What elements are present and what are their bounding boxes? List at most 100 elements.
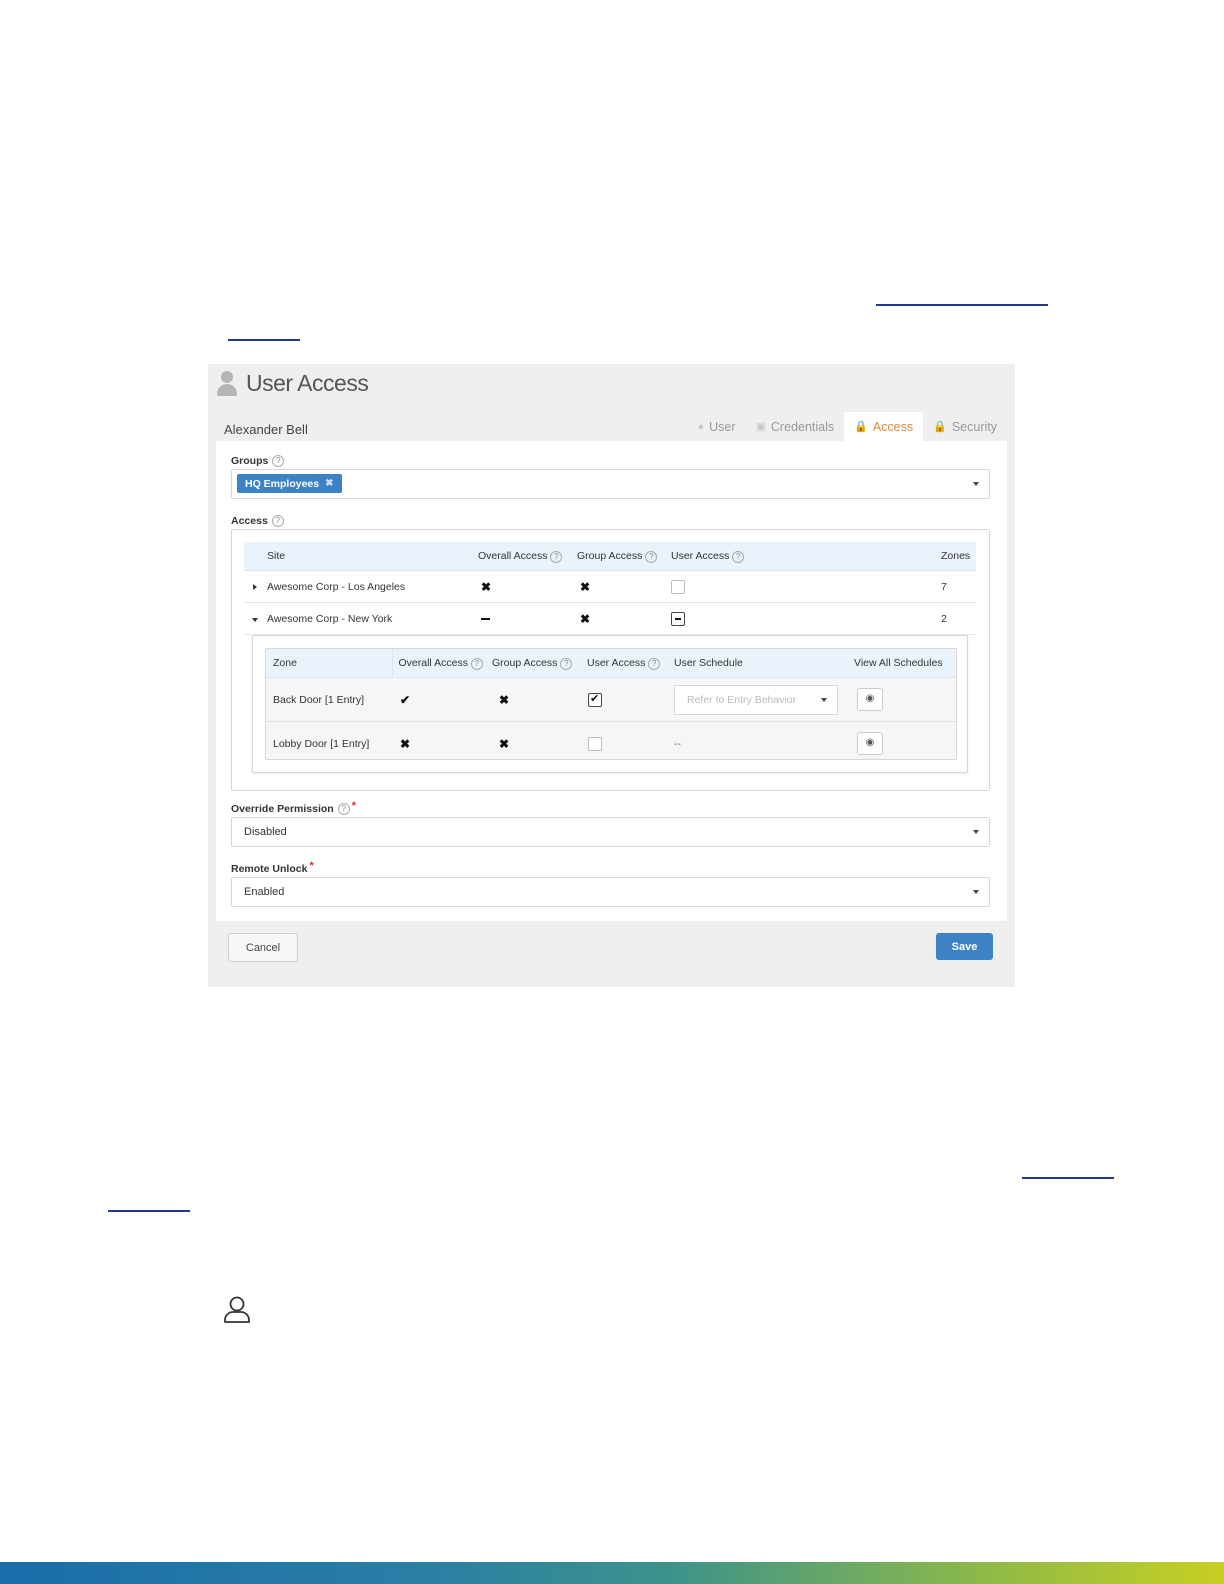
denied-icon: ✖ — [580, 611, 591, 626]
user-access-checkbox[interactable] — [671, 579, 685, 594]
link-underline[interactable] — [1022, 1177, 1114, 1179]
help-icon[interactable]: ? — [550, 550, 563, 563]
help-icon[interactable]: ? — [337, 803, 350, 815]
column-header-text: User Access — [671, 549, 730, 562]
user-schedule-select[interactable]: Refer to Entry Behavior — [674, 684, 838, 715]
chevron-down-icon[interactable] — [973, 482, 979, 486]
zone-table-wrapper: Zone Overall Access ? Group Access ? Use… — [265, 648, 957, 760]
site-name: Awesome Corp - Los Angeles — [266, 570, 477, 603]
tab-access[interactable]: 🔒 Access — [844, 412, 924, 441]
required-marker: * — [351, 800, 356, 812]
schedule-text: -- — [674, 737, 681, 750]
help-icon[interactable]: ? — [648, 657, 661, 670]
zone-count: 7 — [940, 570, 976, 603]
save-button[interactable]: Save — [936, 933, 993, 960]
column-header: Zone — [266, 649, 392, 678]
groups-label-text: Groups — [231, 455, 269, 467]
zone-name: Lobby Door [1 Entry] — [273, 737, 370, 750]
column-header-text: User Access — [587, 656, 646, 669]
help-icon[interactable]: ? — [470, 657, 483, 670]
denied-icon: ✖ — [481, 579, 492, 594]
remote-unlock-label: Remote Unlock * — [231, 860, 314, 875]
credentials-icon: ▣ — [755, 421, 766, 433]
column-header-text: Group Access — [492, 656, 558, 669]
access-form: Groups ? HQ Employees ✖ Access ? Site Ov… — [216, 441, 1007, 921]
remote-unlock-value: Enabled — [244, 886, 285, 898]
chevron-down-icon — [973, 830, 979, 834]
zone-table: Zone Overall Access ? Group Access ? Use… — [266, 649, 956, 765]
chevron-down-icon — [821, 697, 827, 702]
remove-tag-icon[interactable]: ✖ — [325, 478, 333, 489]
cancel-button[interactable]: Cancel — [228, 933, 298, 962]
group-tag: HQ Employees ✖ — [237, 474, 342, 493]
groups-label: Groups ? — [231, 455, 285, 467]
column-header: Group Access ? — [576, 542, 670, 571]
zone-panel: Zone Overall Access ? Group Access ? Use… — [252, 635, 968, 773]
site-table: Site Overall Access ? Group Access ? Use… — [244, 542, 976, 635]
form-footer: Cancel Save — [216, 921, 1007, 979]
column-header: Site — [266, 542, 477, 571]
link-underline[interactable] — [228, 339, 300, 341]
column-header: Zones — [940, 542, 976, 571]
column-header: View All Schedules — [853, 649, 956, 678]
zone-name: Back Door [1 Entry] — [266, 677, 392, 722]
denied-icon: ✖ — [580, 579, 591, 594]
lock-icon: 🔒 — [854, 421, 868, 433]
table-row[interactable]: Awesome Corp - New York ✖ 2 — [244, 602, 976, 635]
user-name: Alexander Bell — [224, 422, 308, 437]
access-box: Site Overall Access ? Group Access ? Use… — [231, 529, 990, 791]
expand-icon[interactable] — [253, 583, 257, 590]
user-access-checkbox[interactable] — [588, 736, 602, 751]
user-icon — [216, 370, 238, 397]
column-header: User Access ? — [670, 542, 940, 571]
column-header-text: Overall Access — [398, 656, 468, 669]
view-schedules-button[interactable]: ◉ — [857, 732, 883, 755]
zone-table-header: Zone Overall Access ? Group Access ? Use… — [266, 649, 956, 678]
tab-security[interactable]: 🔒 Security — [923, 412, 1007, 441]
table-row[interactable]: Awesome Corp - Los Angeles ✖ ✖ 7 — [244, 570, 976, 603]
access-label: Access ? — [231, 515, 284, 527]
schedule-placeholder: Refer to Entry Behavior — [687, 693, 797, 706]
groups-select[interactable]: HQ Employees ✖ — [231, 469, 990, 499]
link-underline[interactable] — [108, 1210, 190, 1212]
column-header-text: Overall Access — [478, 549, 548, 562]
tab-label: Credentials — [770, 419, 835, 434]
help-icon[interactable]: ? — [271, 515, 284, 527]
required-marker: * — [309, 860, 314, 872]
tab-bar: ● User ▣ Credentials 🔒 Access 🔒 Security — [687, 412, 1007, 441]
site-name: Awesome Corp - New York — [266, 602, 477, 635]
help-icon[interactable]: ? — [732, 550, 745, 563]
override-permission-label: Override Permission ? * — [231, 800, 356, 815]
override-permission-select[interactable]: Disabled — [231, 817, 990, 847]
override-permission-value: Disabled — [244, 826, 287, 838]
remote-unlock-label-text: Remote Unlock — [231, 863, 308, 875]
help-icon[interactable]: ? — [645, 550, 658, 563]
check-icon: ✔ — [400, 692, 411, 707]
user-icon: ● — [697, 420, 705, 433]
eye-icon: ◉ — [865, 693, 875, 704]
view-schedules-button[interactable]: ◉ — [857, 688, 883, 711]
page-title: User Access — [246, 370, 369, 396]
help-icon[interactable]: ? — [272, 455, 285, 467]
column-header: Group Access ? — [491, 649, 586, 678]
access-label-text: Access — [231, 515, 268, 527]
remote-unlock-select[interactable]: Enabled — [231, 877, 990, 907]
user-outline-icon — [224, 1296, 250, 1323]
table-row: Lobby Door [1 Entry] ✖ ✖ -- ◉ — [266, 722, 956, 766]
column-header-text: Group Access — [577, 549, 643, 562]
footer-gradient-bar — [0, 1562, 1224, 1584]
group-tag-label: HQ Employees — [245, 477, 320, 490]
lock-icon: 🔒 — [933, 421, 947, 433]
override-permission-label-text: Override Permission — [231, 803, 334, 815]
column-header: Overall Access ? — [391, 649, 491, 678]
user-access-checkbox[interactable] — [588, 692, 602, 707]
collapse-icon[interactable] — [252, 617, 258, 622]
link-underline[interactable] — [876, 304, 1048, 306]
user-access-checkbox[interactable] — [671, 611, 685, 626]
tab-credentials[interactable]: ▣ Credentials — [746, 412, 845, 441]
partial-icon — [481, 617, 490, 620]
help-icon[interactable]: ? — [560, 657, 573, 670]
tab-user[interactable]: ● User — [687, 412, 745, 441]
column-header: Overall Access ? — [477, 542, 576, 571]
site-table-header: Site Overall Access ? Group Access ? Use… — [244, 542, 976, 571]
